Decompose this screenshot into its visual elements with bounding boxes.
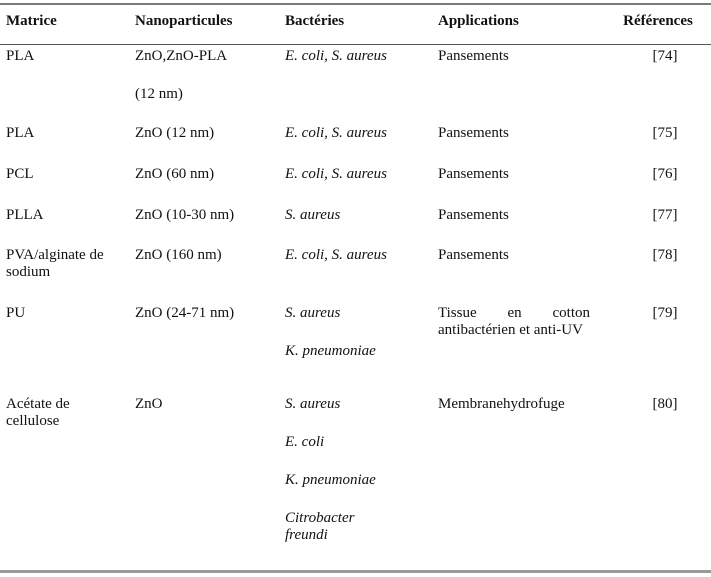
cell-references: [77] [652, 207, 678, 223]
cell-nanoparticules: ZnO (160 nm) [135, 247, 222, 263]
bacteria-line: K. pneumoniae [285, 343, 376, 359]
cell-nanoparticules: ZnO (60 nm) [135, 166, 215, 182]
cell-applications: Pansements [438, 247, 509, 263]
cell-applications: Tissue en cotton antibactérien et anti-U… [438, 305, 590, 338]
cell-matrice: PVA/alginate de sodium [6, 247, 104, 280]
cell-matrice: Acétate de cellulose [6, 396, 70, 429]
cell-nanoparticules: ZnO (12 nm) [135, 125, 215, 141]
top-rule [0, 3, 711, 5]
cell-bacteries: E. coli, S. aureus [285, 48, 387, 64]
bacteria-line: S. aureus [285, 305, 341, 321]
cell-references: [76] [652, 166, 678, 182]
header-bacteries: Bactéries [285, 13, 345, 29]
cell-references: [74] [652, 48, 678, 64]
bacteria-line: E. coli [285, 434, 325, 450]
header-rule [0, 44, 711, 45]
header-nanoparticules: Nanoparticules [135, 13, 233, 29]
cell-applications: Pansements [438, 125, 509, 141]
cell-matrice: PLA [6, 125, 35, 141]
bacteria-line: Citrobacter freundi [285, 510, 355, 543]
cell-nanoparticules: ZnO (24-71 nm) [135, 305, 235, 321]
cell-bacteries: S. aureus E. coli K. pneumoniae Citrobac… [285, 396, 395, 544]
cell-applications: Pansements [438, 48, 509, 64]
cell-references: [79] [652, 305, 678, 321]
cell-nanoparticules: ZnO [135, 396, 163, 412]
cell-references: [75] [652, 125, 678, 141]
cell-applications: Membranehydrofuge [438, 396, 565, 412]
cell-matrice: PCL [6, 166, 34, 182]
bacteria-line: K. pneumoniae [285, 472, 376, 488]
cell-nanoparticules: ZnO (10-30 nm) [135, 207, 235, 223]
nano-line: (12 nm) [135, 86, 183, 102]
bottom-rule [0, 570, 711, 573]
header-matrice: Matrice [6, 13, 57, 29]
cell-bacteries: E. coli, S. aureus [285, 247, 387, 263]
header-references: Références [623, 13, 693, 29]
cell-references: [80] [652, 396, 678, 412]
cell-bacteries: E. coli, S. aureus [285, 166, 387, 182]
header-applications: Applications [438, 13, 519, 29]
cell-bacteries: S. aureus K. pneumoniae [285, 305, 430, 360]
bacteria-line: S. aureus [285, 396, 341, 412]
nano-line: ZnO,ZnO-PLA [135, 48, 228, 64]
cell-matrice: PU [6, 305, 26, 321]
cell-matrice: PLA [6, 48, 35, 64]
cell-nanoparticules: ZnO,ZnO-PLA (12 nm) [135, 48, 275, 103]
cell-bacteries: E. coli, S. aureus [285, 125, 387, 141]
cell-applications: Pansements [438, 207, 509, 223]
cell-bacteries: S. aureus [285, 207, 341, 223]
cell-matrice: PLLA [6, 207, 44, 223]
cell-references: [78] [652, 247, 678, 263]
cell-applications: Pansements [438, 166, 509, 182]
